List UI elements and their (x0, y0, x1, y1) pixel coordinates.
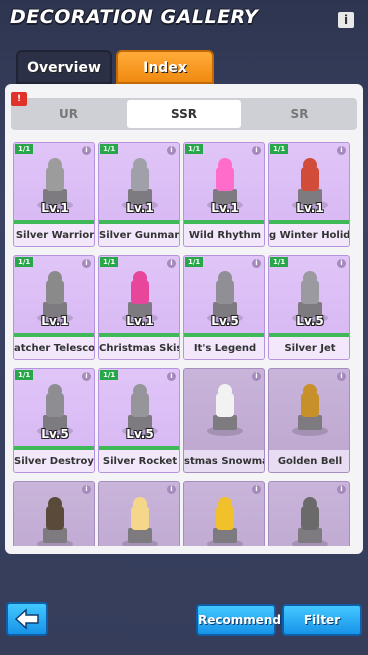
decoration-name: g Winter Holiday (269, 224, 349, 246)
decoration-card[interactable]: 1/1 i Lv.1 Wild Rhythm (183, 142, 265, 247)
card-info-icon[interactable]: i (82, 259, 91, 268)
decoration-card[interactable]: i Golden Bell (268, 368, 350, 473)
decoration-card[interactable]: i (268, 481, 350, 546)
decoration-name: stmas Snowman (184, 450, 264, 472)
card-info-icon[interactable]: i (82, 146, 91, 155)
decoration-card[interactable]: 1/1 i Lv.5 It's Legend (183, 255, 265, 360)
card-info-icon[interactable]: i (82, 485, 91, 494)
level-label: Lv.1 (126, 314, 154, 328)
level-label: Lv.5 (126, 427, 154, 441)
cauldron-icon (292, 497, 328, 546)
owned-count-badge: 1/1 (100, 144, 119, 154)
decoration-card[interactable]: 1/1 i Lv.5 Silver Rocket (98, 368, 180, 473)
page-title: DECORATION GALLERY (10, 6, 259, 28)
card-info-icon[interactable]: i (337, 372, 346, 381)
decoration-card[interactable]: 1/1 i Lv.1 Silver Warrior (13, 142, 95, 247)
card-info-icon[interactable]: i (252, 259, 261, 268)
level-label: Lv.1 (41, 201, 69, 215)
decoration-name: Christmas Skis (99, 337, 179, 359)
decoration-name: Silver Warrior (14, 224, 94, 246)
decoration-card[interactable]: i (13, 481, 95, 546)
tab-overview[interactable]: Overview (16, 50, 112, 84)
card-info-icon[interactable]: i (252, 372, 261, 381)
rarity-tabs: UR SSR SR (11, 98, 357, 130)
level-label: Lv.1 (126, 201, 154, 215)
owned-count-badge: 1/1 (185, 144, 204, 154)
owned-count-badge: 1/1 (270, 257, 289, 267)
decoration-name: Silver Rocket (99, 450, 179, 472)
snowman-icon (207, 384, 243, 436)
decoration-name: Silver Jet (269, 337, 349, 359)
tab-ur[interactable]: UR (11, 100, 126, 128)
decoration-name: atcher Telescope (14, 337, 94, 359)
tab-sr[interactable]: SR (242, 100, 357, 128)
tab-index[interactable]: Index (116, 50, 214, 84)
owned-count-badge: 1/1 (100, 370, 119, 380)
chick-hat-icon (207, 497, 243, 546)
decoration-name: Silver Destroyer (14, 450, 94, 472)
recommend-button[interactable]: Recommend (196, 604, 281, 636)
gallery-panel: UR SSR SR ! 1/1 i Lv.1 Silver Warrior 1/1 i Lv… (5, 84, 363, 554)
decoration-card[interactable]: 1/1 i Lv.1 g Winter Holiday (268, 142, 350, 247)
level-label: Lv.5 (296, 314, 324, 328)
decoration-card[interactable]: i (183, 481, 265, 546)
card-info-icon[interactable]: i (167, 372, 176, 381)
decoration-name: Silver Gunman (99, 224, 179, 246)
decoration-name: Golden Bell (269, 450, 349, 472)
owned-count-badge: 1/1 (270, 144, 289, 154)
level-label: Lv.5 (211, 314, 239, 328)
owned-count-badge: 1/1 (100, 257, 119, 267)
owned-count-badge: 1/1 (15, 257, 34, 267)
card-info-icon[interactable]: i (167, 485, 176, 494)
info-icon[interactable]: i (338, 12, 354, 28)
decoration-grid: 1/1 i Lv.1 Silver Warrior 1/1 i Lv.1 Silver Gun… (13, 142, 353, 546)
back-arrow-icon (14, 608, 39, 630)
filter-button[interactable]: Filter (282, 604, 362, 636)
owned-count-badge: 1/1 (185, 257, 204, 267)
new-flag-icon: ! (11, 92, 27, 106)
owned-count-badge: 1/1 (15, 144, 34, 154)
card-info-icon[interactable]: i (167, 259, 176, 268)
tab-ssr[interactable]: SSR (127, 100, 241, 128)
card-info-icon[interactable]: i (337, 259, 346, 268)
level-label: Lv.1 (296, 201, 324, 215)
level-label: Lv.1 (41, 314, 69, 328)
decoration-name: Wild Rhythm (184, 224, 264, 246)
owned-count-badge: 1/1 (15, 370, 34, 380)
decoration-card[interactable]: i (98, 481, 180, 546)
level-label: Lv.5 (41, 427, 69, 441)
decoration-name: It's Legend (184, 337, 264, 359)
decoration-card[interactable]: i stmas Snowman (183, 368, 265, 473)
decoration-card[interactable]: 1/1 i Lv.5 Silver Jet (268, 255, 350, 360)
card-info-icon[interactable]: i (167, 146, 176, 155)
decoration-card[interactable]: 1/1 i Lv.1 atcher Telescope (13, 255, 95, 360)
card-info-icon[interactable]: i (337, 146, 346, 155)
tire-sign-icon (37, 497, 73, 546)
ice-cream-icon (122, 497, 158, 546)
level-label: Lv.1 (211, 201, 239, 215)
decoration-card[interactable]: 1/1 i Lv.5 Silver Destroyer (13, 368, 95, 473)
card-info-icon[interactable]: i (252, 485, 261, 494)
top-bar: DECORATION GALLERY i (0, 0, 368, 40)
back-button[interactable] (6, 602, 48, 636)
decoration-card[interactable]: 1/1 i Lv.1 Christmas Skis (98, 255, 180, 360)
card-info-icon[interactable]: i (252, 146, 261, 155)
card-info-icon[interactable]: i (337, 485, 346, 494)
golden-bell-icon (292, 384, 328, 436)
card-info-icon[interactable]: i (82, 372, 91, 381)
decoration-card[interactable]: 1/1 i Lv.1 Silver Gunman (98, 142, 180, 247)
